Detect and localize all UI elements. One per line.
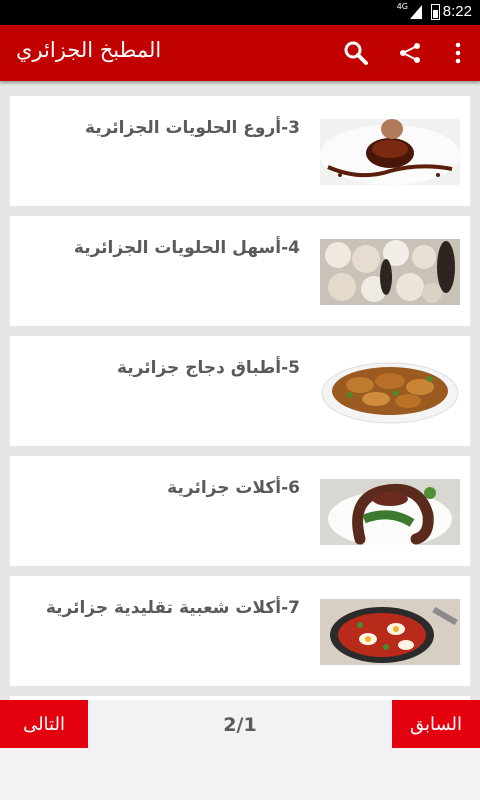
more-vert-icon[interactable] <box>444 39 472 67</box>
status-bar: 4G 8:22 <box>0 0 480 25</box>
item-label: 5-أطباق دجاج جزائرية <box>116 358 300 378</box>
list-item[interactable]: 6-أكلات جزائرية <box>10 456 470 566</box>
next-button[interactable]: التالى <box>0 700 88 748</box>
list-item[interactable]: 7-أكلات شعبية تقليدية جزائرية <box>10 576 470 686</box>
share-icon[interactable] <box>396 39 424 67</box>
search-icon[interactable] <box>342 39 370 67</box>
list-item[interactable]: 3-أروع الحلويات الجزائرية <box>10 96 470 206</box>
list-item[interactable]: 5-أطباق دجاج جزائرية <box>10 336 470 446</box>
network-type: 4G <box>396 2 408 11</box>
item-thumbnail <box>320 599 460 665</box>
app-title: المطبخ الجزائري <box>16 38 162 62</box>
item-thumbnail <box>320 119 460 185</box>
pagination-bar: التالى 2/1 السابق <box>0 700 480 800</box>
item-label: 4-أسهل الحلويات الجزائرية <box>73 238 300 258</box>
item-label: 7-أكلات شعبية تقليدية جزائرية <box>45 598 300 618</box>
signal-icon <box>410 5 422 19</box>
page-indicator: 2/1 <box>223 714 257 736</box>
item-thumbnail <box>320 479 460 545</box>
status-time: 8:22 <box>442 3 472 20</box>
item-label: 6-أكلات جزائرية <box>167 478 300 498</box>
battery-icon <box>431 4 440 20</box>
previous-button[interactable]: السابق <box>392 700 480 748</box>
item-thumbnail <box>320 359 460 425</box>
app-bar: المطبخ الجزائري <box>0 25 480 81</box>
item-label: 3-أروع الحلويات الجزائرية <box>85 118 300 138</box>
item-thumbnail <box>320 239 460 305</box>
list-item[interactable]: 4-أسهل الحلويات الجزائرية <box>10 216 470 326</box>
